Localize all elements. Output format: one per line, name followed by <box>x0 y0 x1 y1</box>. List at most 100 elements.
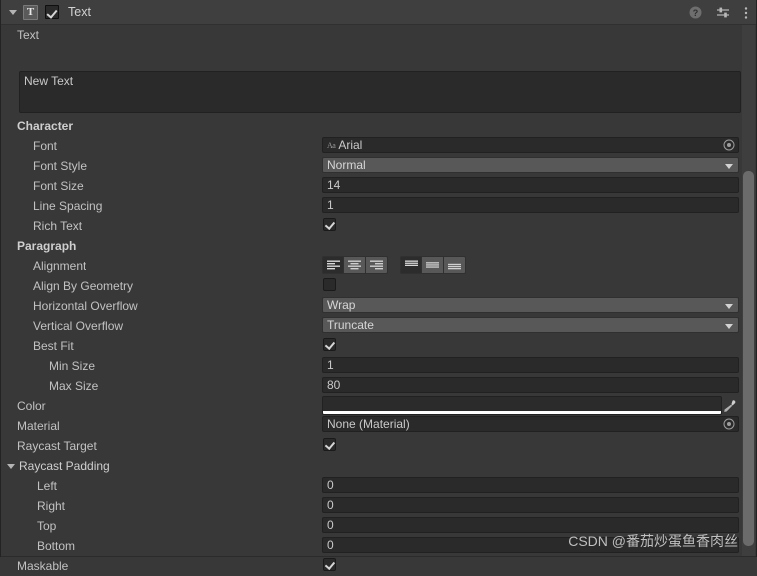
font-style-value: Normal <box>327 158 366 172</box>
font-size-value: 14 <box>327 178 341 192</box>
padding-left-value: 0 <box>327 478 334 492</box>
section-character: Character <box>1 116 756 136</box>
scrollbar-thumb[interactable] <box>743 171 754 546</box>
object-picker-icon[interactable] <box>723 418 735 430</box>
raycast-padding-label: Raycast Padding <box>19 459 110 473</box>
padding-bottom-label: Bottom <box>37 539 76 553</box>
component-foldout-toggle[interactable] <box>6 6 19 19</box>
padding-top-value: 0 <box>327 518 334 532</box>
vertical-scrollbar[interactable] <box>742 25 755 557</box>
font-asset-icon: Aa <box>327 140 336 150</box>
header-icon-group: ? <box>689 0 748 25</box>
row-align-by-geometry: Align By Geometry <box>1 276 756 296</box>
row-best-fit: Best Fit <box>1 336 756 356</box>
padding-top-input[interactable]: 0 <box>322 517 739 533</box>
align-left-button[interactable] <box>322 256 344 274</box>
font-style-dropdown[interactable]: Normal <box>322 157 739 173</box>
row-text-label: Text <box>1 25 756 44</box>
font-style-label: Font Style <box>33 159 88 173</box>
vertical-alignment-group <box>400 256 466 274</box>
max-size-value: 80 <box>327 378 341 392</box>
component-enabled-checkbox[interactable] <box>45 5 59 19</box>
row-maskable: Maskable <box>1 556 756 576</box>
maskable-checkbox[interactable] <box>323 558 336 571</box>
max-size-input[interactable]: 80 <box>322 377 739 393</box>
section-paragraph: Paragraph <box>1 236 756 256</box>
padding-right-value: 0 <box>327 498 334 512</box>
color-label: Color <box>17 399 46 413</box>
font-size-input[interactable]: 14 <box>322 177 739 193</box>
max-size-label: Max Size <box>49 379 99 393</box>
chevron-down-icon <box>7 463 15 469</box>
raycast-target-label: Raycast Target <box>17 439 97 453</box>
horizontal-overflow-dropdown[interactable]: Wrap <box>322 297 739 313</box>
component-title: Text <box>68 5 91 19</box>
align-bottom-button[interactable] <box>444 256 466 274</box>
padding-left-input[interactable]: 0 <box>322 477 739 493</box>
rich-text-checkbox[interactable] <box>323 218 336 231</box>
padding-top-label: Top <box>37 519 57 533</box>
row-raycast-target: Raycast Target <box>1 436 756 456</box>
color-swatch <box>323 397 721 411</box>
font-label: Font <box>33 139 58 153</box>
color-alpha-bar <box>323 411 721 414</box>
svg-text:?: ? <box>693 8 699 18</box>
inspector-body: Text New Text Character Font Aa Arial Fo… <box>1 25 756 573</box>
text-field-label: Text <box>17 27 40 42</box>
chevron-down-icon <box>725 163 733 169</box>
font-size-label: Font Size <box>33 179 84 193</box>
component-header[interactable]: T Text ? <box>1 0 756 25</box>
align-center-button[interactable] <box>344 256 366 274</box>
text-component-icon: T <box>23 4 38 20</box>
color-swatch-field[interactable] <box>322 396 722 415</box>
align-middle-button[interactable] <box>422 256 444 274</box>
padding-bottom-input[interactable]: 0 <box>322 537 739 553</box>
raycast-target-checkbox[interactable] <box>323 438 336 451</box>
horizontal-overflow-label: Horizontal Overflow <box>33 299 138 313</box>
horizontal-overflow-value: Wrap <box>327 298 356 312</box>
material-value: None (Material) <box>327 417 410 431</box>
line-spacing-label: Line Spacing <box>33 199 103 213</box>
raycast-padding-foldout[interactable]: Raycast Padding <box>1 456 756 476</box>
padding-right-input[interactable]: 0 <box>322 497 739 513</box>
vertical-overflow-label: Vertical Overflow <box>33 319 124 333</box>
object-picker-icon[interactable] <box>723 139 735 151</box>
align-top-button[interactable] <box>400 256 422 274</box>
more-options-icon[interactable] <box>744 6 748 20</box>
inspector-panel: T Text ? Text New Text Character Font Aa… <box>0 0 757 573</box>
section-character-title: Character <box>17 119 74 133</box>
chevron-down-icon <box>725 323 733 329</box>
text-value-textarea[interactable]: New Text <box>19 71 741 113</box>
align-by-geometry-label: Align By Geometry <box>33 279 134 293</box>
best-fit-checkbox[interactable] <box>323 338 336 351</box>
chevron-down-icon <box>8 9 17 15</box>
row-rich-text: Rich Text <box>1 216 756 236</box>
best-fit-label: Best Fit <box>33 339 74 353</box>
align-by-geometry-checkbox[interactable] <box>323 278 336 291</box>
alignment-label: Alignment <box>33 259 87 273</box>
font-field[interactable]: Aa Arial <box>322 137 739 153</box>
rich-text-label: Rich Text <box>33 219 83 233</box>
align-right-button[interactable] <box>366 256 388 274</box>
min-size-label: Min Size <box>49 359 96 373</box>
maskable-label: Maskable <box>17 559 69 573</box>
padding-left-label: Left <box>37 479 58 493</box>
help-icon[interactable]: ? <box>689 6 702 19</box>
min-size-input[interactable]: 1 <box>322 357 739 373</box>
material-label: Material <box>17 419 60 433</box>
chevron-down-icon <box>725 303 733 309</box>
horizontal-alignment-group <box>322 256 388 274</box>
preset-icon[interactable] <box>716 6 730 19</box>
section-paragraph-title: Paragraph <box>17 239 77 253</box>
min-size-value: 1 <box>327 358 334 372</box>
line-spacing-input[interactable]: 1 <box>322 197 739 213</box>
padding-right-label: Right <box>37 499 66 513</box>
padding-bottom-value: 0 <box>327 538 334 552</box>
vertical-overflow-value: Truncate <box>327 318 374 332</box>
line-spacing-value: 1 <box>327 198 334 212</box>
font-value: Arial <box>338 138 363 152</box>
eyedropper-icon[interactable] <box>722 399 736 413</box>
vertical-overflow-dropdown[interactable]: Truncate <box>322 317 739 333</box>
alignment-controls <box>322 256 466 274</box>
material-field[interactable]: None (Material) <box>322 416 739 432</box>
